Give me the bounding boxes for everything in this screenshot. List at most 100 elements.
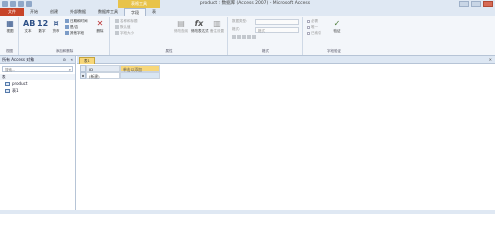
modify-lookups-button[interactable]: ▤ 修改查阅	[173, 19, 189, 34]
text-field-button[interactable]: AB 文本	[22, 19, 36, 34]
memo-settings-icon: ▥	[213, 19, 221, 28]
new-record-id-cell[interactable]: (新建)	[86, 72, 120, 79]
datasheet-grid: ID 单击以添加 ✱ (新建)	[80, 65, 160, 79]
group-add-delete: AB 文本 12 数字 ¤ 货币 日期和时间 是/否 其他字段 ✕ 删除 添加和…	[20, 17, 110, 55]
increase-decimals-icon	[247, 35, 251, 39]
text-field-icon: AB	[23, 19, 36, 28]
nav-item-product[interactable]: product	[0, 80, 75, 87]
datetime-field-button[interactable]: 日期和时间	[65, 19, 88, 24]
nav-search-input[interactable]: 搜索... ⌕	[2, 66, 73, 72]
window-title: product : 数据库 (Access 2007) - Microsoft …	[199, 1, 311, 6]
quick-access-toolbar	[2, 1, 32, 7]
indexed-check-icon	[307, 31, 310, 35]
group-properties: 名称和标题 默认值 字段大小 ▤ 修改查阅 fx 修改表达式 ▥ 备注设置 属性	[111, 17, 228, 55]
indexed-checkbox[interactable]: 已索引	[307, 31, 322, 36]
validation-button[interactable]: ✓ 验证	[330, 19, 344, 34]
save-icon[interactable]	[10, 1, 16, 7]
expression-icon: fx	[194, 19, 204, 28]
minimize-button[interactable]	[459, 1, 469, 7]
redo-icon[interactable]	[26, 1, 32, 7]
currency-field-button[interactable]: ¤ 货币	[50, 19, 62, 34]
table-icon	[5, 89, 10, 93]
tab-file[interactable]: 文件	[0, 8, 24, 16]
tab-database-tools[interactable]: 数据库工具	[92, 8, 124, 16]
group-field-validation: 必需 唯一 已索引 ✓ 验证 字段验证	[304, 17, 364, 55]
view-button[interactable]: ▦ 视图	[4, 19, 16, 34]
document-tab-bar: 表1 ✕	[77, 56, 495, 64]
chevron-down-icon[interactable]: ⊙	[63, 56, 66, 64]
group-label-properties: 属性	[165, 49, 173, 53]
field-size-icon	[115, 31, 119, 35]
memo-settings-button[interactable]: ▥ 备注设置	[209, 19, 225, 34]
maximize-button[interactable]	[471, 1, 481, 7]
data-type-select[interactable]	[255, 19, 299, 25]
status-bar	[0, 210, 495, 214]
default-value-icon	[115, 25, 119, 29]
group-label-formatting: 格式	[262, 49, 269, 53]
lookups-icon: ▤	[177, 19, 185, 28]
group-formatting: 数据类型: 格式: 格式 格式	[229, 17, 303, 55]
nav-pane-header[interactable]: 所有 Access 对象 ⊙ «	[0, 56, 75, 64]
title-bar: 表格工具 product : 数据库 (Access 2007) - Micro…	[0, 0, 495, 8]
tab-table[interactable]: 表	[146, 8, 162, 16]
document-area: 表1 ✕ ID 单击以添加 ✱ (新建)	[77, 56, 495, 214]
unique-checkbox[interactable]: 唯一	[307, 25, 318, 30]
group-label-field-validation: 字段验证	[327, 49, 341, 53]
column-header-id[interactable]: ID	[86, 65, 120, 72]
unique-check-icon	[307, 25, 310, 29]
close-document-icon[interactable]: ✕	[489, 56, 492, 64]
access-app-icon[interactable]	[2, 1, 8, 7]
context-tab-header: 表格工具	[118, 0, 160, 8]
tab-create[interactable]: 创建	[44, 8, 64, 16]
number-field-button[interactable]: 12 数字	[36, 19, 48, 34]
close-button[interactable]	[483, 1, 493, 7]
shutter-bar-icon[interactable]: «	[71, 56, 73, 64]
format-select[interactable]: 格式	[255, 27, 299, 33]
group-label-views: 视图	[6, 49, 13, 53]
nav-item-table1[interactable]: 表1	[0, 87, 75, 94]
required-check-icon	[307, 19, 310, 23]
name-caption-button[interactable]: 名称和标题	[115, 19, 138, 24]
default-value-button[interactable]: 默认值	[115, 25, 131, 30]
yesno-field-button[interactable]: 是/否	[65, 25, 78, 30]
nav-pane-title: 所有 Access 对象	[2, 57, 35, 62]
table-icon	[5, 82, 10, 86]
more-fields-button[interactable]: 其他字段	[65, 31, 84, 36]
number-field-icon: 12	[37, 19, 49, 28]
tab-external-data[interactable]: 外部数据	[64, 8, 92, 16]
calendar-icon	[65, 19, 69, 23]
currency-field-icon: ¤	[53, 19, 59, 28]
navigation-pane: 所有 Access 对象 ⊙ « 搜索... ⌕ 表 product 表1	[0, 56, 76, 214]
undo-icon[interactable]	[18, 1, 24, 7]
delete-field-button[interactable]: ✕ 删除	[94, 19, 106, 34]
datasheet-view-icon: ▦	[6, 19, 14, 28]
ribbon: ▦ 视图 视图 AB 文本 12 数字 ¤ 货币 日期和时间 是/否 其他字段 …	[0, 16, 495, 56]
header-row: ID 单击以添加	[80, 65, 160, 72]
name-caption-icon	[115, 19, 119, 23]
new-record-add-cell[interactable]	[120, 72, 160, 79]
document-tab-table1[interactable]: 表1	[79, 57, 95, 64]
percent-format-icon	[237, 35, 241, 39]
more-fields-icon	[65, 31, 69, 35]
validation-icon: ✓	[333, 19, 341, 28]
number-format-buttons[interactable]	[232, 35, 257, 40]
tab-home[interactable]: 开始	[24, 8, 44, 16]
window-controls	[459, 1, 493, 7]
data-type-label: 数据类型:	[232, 19, 248, 23]
comma-format-icon	[242, 35, 246, 39]
modify-expression-button[interactable]: fx 修改表达式	[191, 19, 209, 34]
group-views: ▦ 视图 视图	[1, 17, 19, 55]
checkbox-icon	[65, 25, 69, 29]
currency-format-icon	[232, 35, 236, 39]
group-label-add-delete: 添加和删除	[55, 49, 74, 53]
required-checkbox[interactable]: 必需	[307, 19, 318, 24]
column-header-click-to-add[interactable]: 单击以添加	[120, 65, 160, 72]
decrease-decimals-icon	[252, 35, 256, 39]
search-icon[interactable]: ⌕	[69, 67, 71, 73]
table-row: ✱ (新建)	[80, 72, 160, 79]
field-size-button[interactable]: 字段大小	[115, 31, 134, 36]
tab-fields[interactable]: 字段	[124, 8, 146, 16]
ribbon-tabs: 文件 开始 创建 外部数据 数据库工具 字段 表	[0, 8, 495, 16]
delete-icon: ✕	[96, 19, 104, 28]
format-label: 格式:	[232, 27, 241, 31]
